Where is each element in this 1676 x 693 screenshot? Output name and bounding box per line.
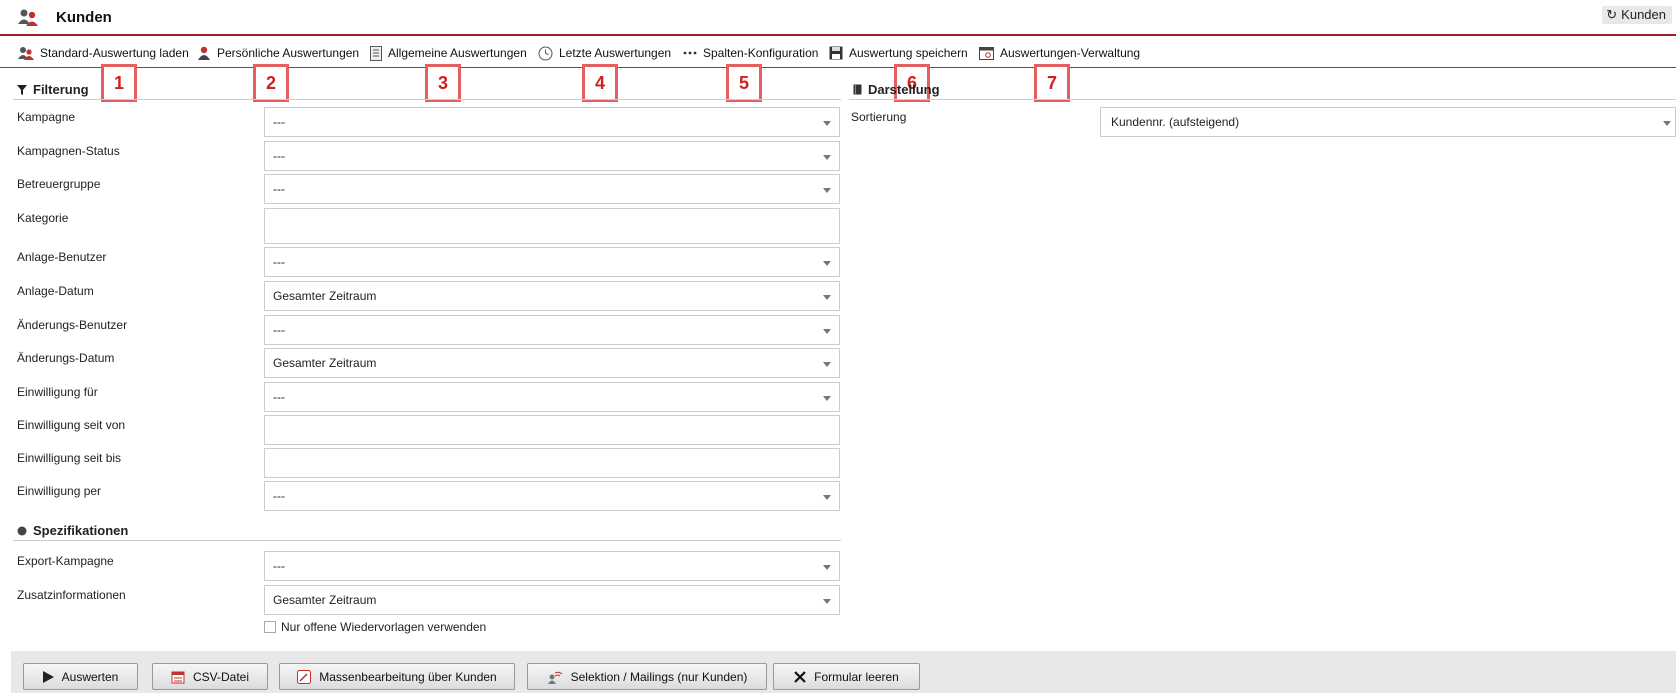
selektion-mailings-button[interactable]: Selektion / Mailings (nur Kunden) <box>527 663 767 690</box>
filter-icon <box>17 84 27 95</box>
button-label: Auswerten <box>61 669 119 684</box>
label-einwilligung-fuer: Einwilligung für <box>17 385 98 399</box>
zusatzinformationen-select[interactable]: Gesamter Zeitraum <box>264 585 840 615</box>
label-anlage-datum: Anlage-Datum <box>17 284 94 298</box>
toolbar-auswertungen-verwaltung[interactable]: Auswertungen-Verwaltung <box>979 44 1140 62</box>
dots-icon <box>683 51 697 55</box>
toolbar-allgemeine-auswertungen[interactable]: Allgemeine Auswertungen <box>370 44 527 62</box>
toolbar-label: Auswertungen-Verwaltung <box>1000 46 1141 60</box>
mailing-icon <box>547 671 562 684</box>
title-bar: Kunden ↻ Kunden <box>0 0 1676 36</box>
einwilligung-seit-bis-input[interactable] <box>264 448 840 478</box>
label-einwilligung-per: Einwilligung per <box>17 484 102 498</box>
checkbox-label: Nur offene Wiedervorlagen verwenden <box>281 620 487 634</box>
csv-file-icon <box>171 671 185 683</box>
edit-icon <box>297 669 312 684</box>
betreuergruppe-select[interactable]: --- <box>264 174 840 204</box>
toolbar-label: Auswertung speichern <box>849 46 968 60</box>
button-label: Massenbearbeitung über Kunden <box>319 669 497 684</box>
section-spezifikationen: Spezifikationen <box>13 521 841 541</box>
document-list-icon <box>370 45 382 61</box>
formular-leeren-button[interactable]: Formular leeren <box>773 663 920 690</box>
label-kategorie: Kategorie <box>17 211 69 225</box>
section-title: Spezifikationen <box>33 523 129 538</box>
button-label: Selektion / Mailings (nur Kunden) <box>570 669 748 684</box>
window-settings-icon <box>979 46 994 60</box>
toolbar-label: Standard-Auswertung laden <box>40 46 189 60</box>
play-icon <box>42 670 54 683</box>
circle-icon <box>17 526 27 535</box>
kampagne-select[interactable]: --- <box>264 107 840 137</box>
button-label: Formular leeren <box>814 669 899 684</box>
clock-icon <box>538 46 553 60</box>
floppy-disk-icon <box>829 46 843 60</box>
label-aenderungs-benutzer: Änderungs-Benutzer <box>17 318 128 332</box>
refresh-label: Kunden <box>1621 7 1666 22</box>
toolbar-label: Allgemeine Auswertungen <box>388 46 527 60</box>
toolbar-label: Persönliche Auswertungen <box>217 46 360 60</box>
toolbar-spalten-konfiguration[interactable]: Spalten-Konfiguration <box>683 44 818 62</box>
label-einwilligung-seit-von: Einwilligung seit von <box>17 418 126 432</box>
label-kampagnen-status: Kampagnen-Status <box>17 144 120 158</box>
label-anlage-benutzer: Anlage-Benutzer <box>17 250 107 264</box>
toolbar-auswertung-speichern[interactable]: Auswertung speichern <box>829 44 968 62</box>
book-icon <box>853 84 862 95</box>
toolbar-label: Letzte Auswertungen <box>559 46 672 60</box>
section-title: Filterung <box>33 82 89 97</box>
users-icon <box>18 9 38 26</box>
sortierung-select[interactable]: Kundennr. (aufsteigend) <box>1100 107 1676 137</box>
export-kampagne-select[interactable]: --- <box>264 551 840 581</box>
toolbar-letzte-auswertungen[interactable]: Letzte Auswertungen <box>538 44 671 62</box>
label-export-kampagne: Export-Kampagne <box>17 554 114 568</box>
wiedervorlagen-checkbox[interactable] <box>264 621 276 633</box>
label-einwilligung-seit-bis: Einwilligung seit bis <box>17 451 122 465</box>
section-darstellung: Darstellung <box>849 80 1676 100</box>
toolbar: Standard-Auswertung laden Persönliche Au… <box>0 38 1676 68</box>
massenbearbeitung-button[interactable]: Massenbearbeitung über Kunden <box>279 663 515 690</box>
toolbar-persoenliche-auswertungen[interactable]: Persönliche Auswertungen <box>197 44 359 62</box>
toolbar-standard-auswertung[interactable]: Standard-Auswertung laden <box>18 44 189 62</box>
einwilligung-seit-von-input[interactable] <box>264 415 840 445</box>
label-betreuergruppe: Betreuergruppe <box>17 177 101 191</box>
aenderungs-datum-select[interactable]: Gesamter Zeitraum <box>264 348 840 378</box>
section-filterung: Filterung <box>13 80 841 100</box>
kampagnen-status-select[interactable]: --- <box>264 141 840 171</box>
label-kampagne: Kampagne <box>17 110 76 124</box>
einwilligung-per-select[interactable]: --- <box>264 481 840 511</box>
close-icon <box>794 670 806 683</box>
label-zusatzinformationen: Zusatzinformationen <box>17 588 126 602</box>
button-label: CSV-Datei <box>192 669 250 684</box>
label-aenderungs-datum: Änderungs-Datum <box>17 351 115 365</box>
einwilligung-fuer-select[interactable]: --- <box>264 382 840 412</box>
refresh-button[interactable]: ↻ Kunden <box>1602 6 1672 24</box>
anlage-benutzer-select[interactable]: --- <box>264 247 840 277</box>
section-title: Darstellung <box>868 82 940 97</box>
refresh-icon: ↻ <box>1606 7 1618 22</box>
csv-datei-button[interactable]: CSV-Datei <box>152 663 268 690</box>
page-title: Kunden <box>56 9 112 26</box>
toolbar-label: Spalten-Konfiguration <box>703 46 819 60</box>
aenderungs-benutzer-select[interactable]: --- <box>264 315 840 345</box>
users-icon <box>18 47 34 60</box>
auswerten-button[interactable]: Auswerten <box>23 663 138 690</box>
anlage-datum-select[interactable]: Gesamter Zeitraum <box>264 281 840 311</box>
wiedervorlagen-checkbox-row[interactable]: Nur offene Wiedervorlagen verwenden <box>264 620 486 634</box>
label-sortierung: Sortierung <box>851 110 907 124</box>
kategorie-input[interactable] <box>264 208 840 244</box>
user-icon <box>198 46 210 60</box>
